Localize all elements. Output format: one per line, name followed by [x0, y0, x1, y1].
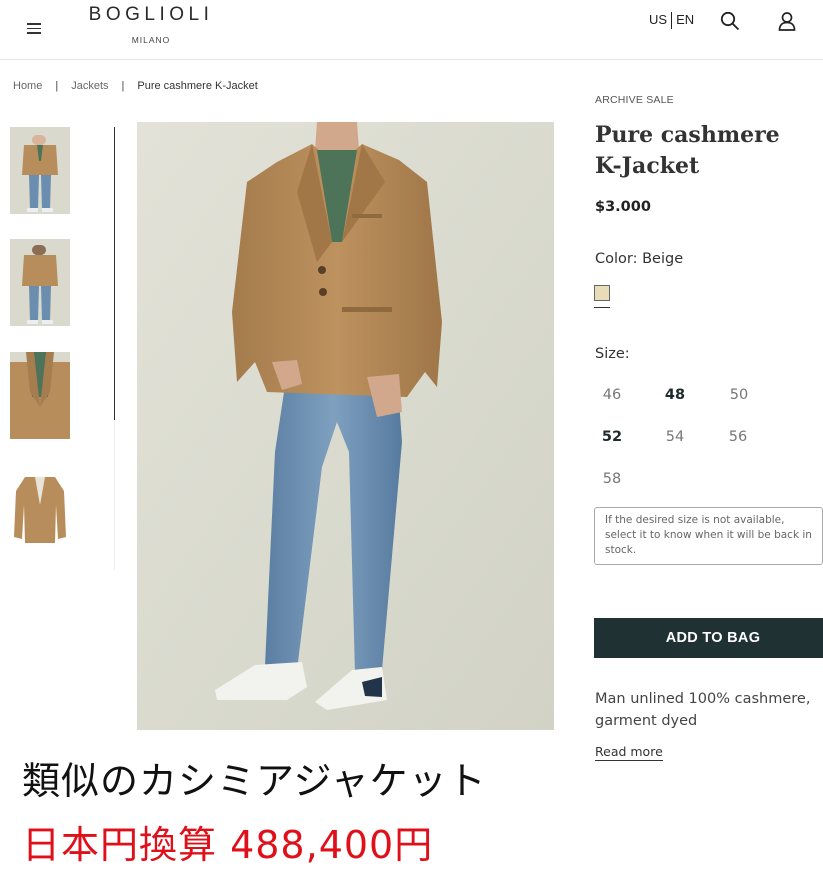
caption-yen-price: 日本円換算 488,400円: [22, 823, 434, 867]
logo-wordmark: BOGLIOLI: [88, 4, 214, 25]
lang-divider: [671, 12, 673, 30]
caption-similar-jacket: 類似のカシミアジャケット: [22, 759, 487, 803]
product-price: $3.000: [595, 199, 651, 215]
size-selector: 46 48 50 52 54 56 58: [595, 380, 795, 490]
thumbnail-detail-view[interactable]: [10, 352, 70, 439]
hamburger-icon[interactable]: [27, 23, 41, 34]
search-icon[interactable]: [720, 11, 740, 31]
thumbnail-back-view[interactable]: [10, 239, 70, 326]
thumbnail-flat-view[interactable]: [10, 465, 70, 552]
size-label: Size:: [595, 346, 630, 362]
breadcrumb: Home | Jackets | Pure cashmere K-Jacket: [13, 80, 258, 92]
breadcrumb-home[interactable]: Home: [13, 80, 42, 92]
thumbnail-front-view[interactable]: [10, 127, 70, 214]
size-option-52[interactable]: 52: [595, 429, 629, 445]
size-availability-note: If the desired size is not available, se…: [594, 507, 823, 565]
breadcrumb-current: Pure cashmere K-Jacket: [137, 80, 258, 92]
breadcrumb-jackets[interactable]: Jackets: [71, 80, 108, 92]
language-selector[interactable]: US EN: [649, 12, 694, 30]
size-option-56[interactable]: 56: [721, 429, 755, 445]
product-title: Pure cashmere K-Jacket: [595, 122, 780, 179]
product-main-image[interactable]: [137, 122, 554, 730]
user-icon[interactable]: [777, 11, 797, 31]
brand-logo[interactable]: BOGLIOLI MILANO: [66, 4, 236, 45]
swatch-selected-indicator: [594, 307, 610, 308]
thumbnail-scrollbar-thumb[interactable]: [114, 127, 115, 420]
site-header: BOGLIOLI MILANO US EN: [0, 0, 823, 60]
breadcrumb-separator: |: [55, 80, 59, 92]
size-option-46[interactable]: 46: [595, 387, 629, 403]
add-to-bag-button[interactable]: ADD TO BAG: [594, 618, 823, 658]
archive-sale-tag: ARCHIVE SALE: [595, 94, 674, 106]
size-option-58[interactable]: 58: [595, 471, 629, 487]
country-code[interactable]: US: [649, 12, 667, 27]
language-code[interactable]: EN: [676, 12, 694, 27]
size-option-54[interactable]: 54: [658, 429, 692, 445]
logo-subtitle: MILANO: [131, 35, 171, 45]
read-more-link[interactable]: Read more: [595, 744, 663, 761]
size-option-50[interactable]: 50: [722, 387, 756, 403]
color-swatch-beige[interactable]: [594, 285, 610, 301]
breadcrumb-separator: |: [121, 80, 125, 92]
size-option-48[interactable]: 48: [658, 387, 692, 403]
product-description: Man unlined 100% cashmere, garment dyed: [595, 691, 811, 729]
color-label: Color: Beige: [595, 251, 684, 267]
